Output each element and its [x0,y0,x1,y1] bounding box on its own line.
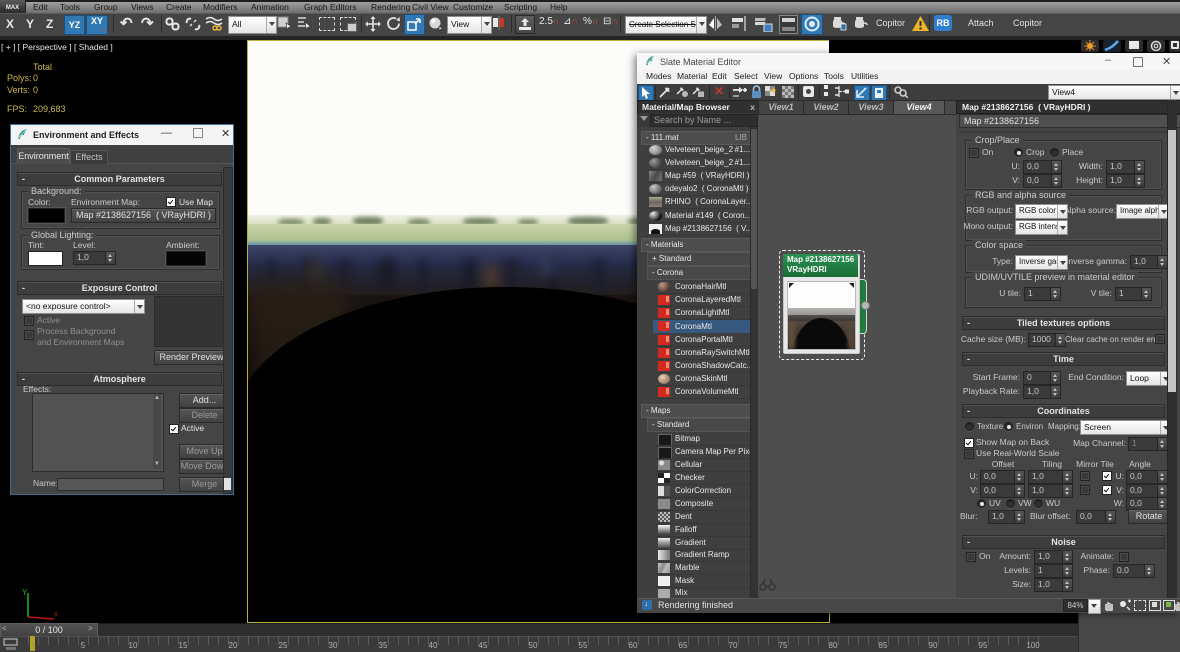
svg-text:x: x [54,611,58,618]
svg-text:Y: Y [22,588,28,597]
